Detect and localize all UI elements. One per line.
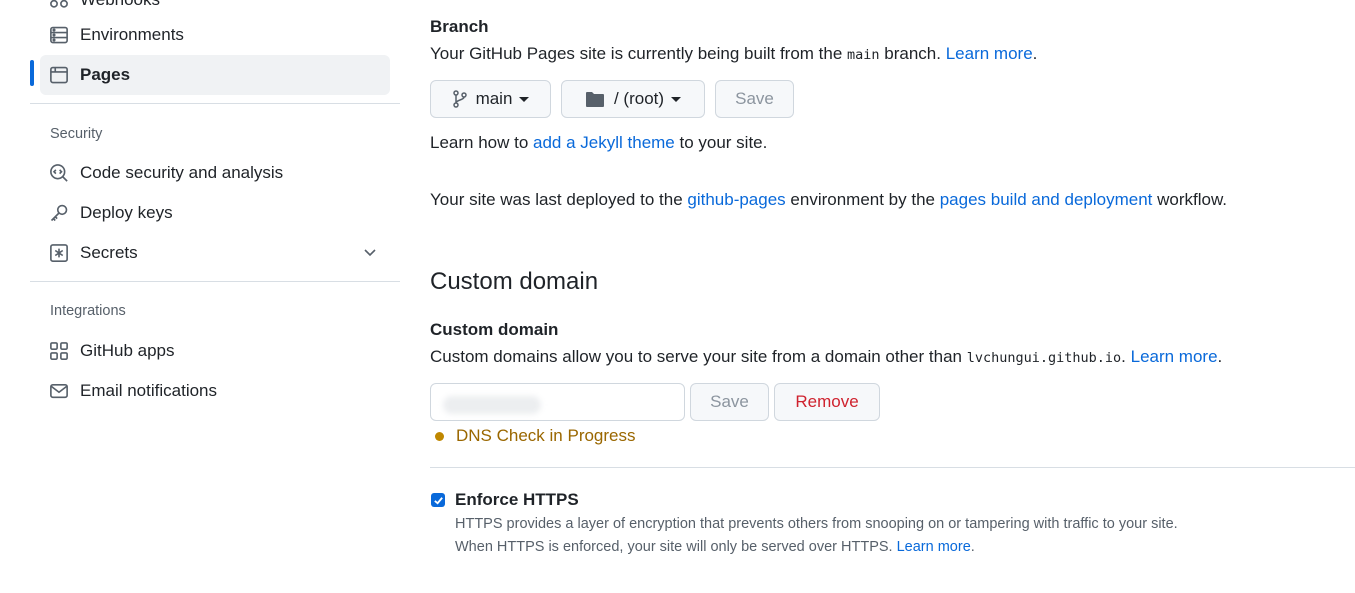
sidebar-divider xyxy=(30,103,400,104)
jekyll-text: Learn how to add a Jekyll theme to your … xyxy=(430,133,767,153)
custom-domain-section-title: Custom domain xyxy=(430,268,599,295)
jekyll-theme-link[interactable]: add a Jekyll theme xyxy=(533,133,675,152)
caret-down-icon xyxy=(519,96,530,102)
asterisk-icon xyxy=(48,242,70,264)
chevron-down-icon[interactable] xyxy=(362,244,378,265)
dns-check-status: DNS Check in Progress xyxy=(430,426,636,446)
sidebar-item-github-apps[interactable]: GitHub apps xyxy=(40,331,390,371)
branch-desc-suffix: branch. xyxy=(879,44,941,63)
sidebar-item-secrets[interactable]: Secrets xyxy=(40,233,390,273)
sidebar-item-environments[interactable]: Environments xyxy=(40,15,390,55)
check-icon xyxy=(433,496,443,505)
branch-select-label: main xyxy=(475,89,513,108)
jekyll-suffix: to your site. xyxy=(674,133,768,152)
custom-domain-remove-button[interactable]: Remove xyxy=(774,383,880,421)
learn-more-link[interactable]: Learn more xyxy=(1131,347,1218,366)
enforce-https-label[interactable]: Enforce HTTPS xyxy=(455,490,579,510)
settings-sidebar: Webhooks Environments Pages Security Cod… xyxy=(30,0,400,593)
custom-domain-input[interactable] xyxy=(430,383,685,421)
git-branch-icon xyxy=(452,90,468,108)
mail-icon xyxy=(48,380,70,402)
sidebar-heading-security: Security xyxy=(50,126,103,142)
branch-save-button[interactable]: Save xyxy=(715,80,794,118)
jekyll-prefix: Learn how to xyxy=(430,133,534,152)
sidebar-item-label: Email notifications xyxy=(80,381,218,400)
custom-domain-save-button[interactable]: Save xyxy=(690,383,769,421)
custom-domain-desc-text: Custom domains allow you to serve your s… xyxy=(430,347,967,366)
https-note-line1: HTTPS provides a layer of encryption tha… xyxy=(455,516,1178,532)
sidebar-item-label: Deploy keys xyxy=(80,203,173,222)
pages-settings-main: Branch Your GitHub Pages site is current… xyxy=(430,0,1355,593)
https-note-line2-text: When HTTPS is enforced, your site will o… xyxy=(455,539,893,555)
branch-heading: Branch xyxy=(430,17,489,36)
redacted-domain-value xyxy=(443,396,541,414)
active-indicator xyxy=(30,60,34,86)
dns-check-status-text: DNS Check in Progress xyxy=(456,426,636,445)
sidebar-item-label: Pages xyxy=(80,65,131,84)
browser-icon xyxy=(48,64,70,86)
sidebar-divider xyxy=(30,281,400,282)
sidebar-item-label: Secrets xyxy=(80,243,138,262)
sidebar-item-code-security[interactable]: Code security and analysis xyxy=(40,153,390,193)
sidebar-item-deploy-keys[interactable]: Deploy keys xyxy=(40,193,390,233)
deploy-prefix: Your site was last deployed to the xyxy=(430,190,688,209)
folder-select-button[interactable]: / (root) xyxy=(561,80,705,118)
branch-desc-text: Your GitHub Pages site is currently bein… xyxy=(430,44,848,63)
folder-icon xyxy=(585,91,605,108)
enforce-https-checkbox[interactable] xyxy=(431,493,445,507)
sidebar-item-label: Environments xyxy=(80,25,184,44)
folder-select-label: / (root) xyxy=(613,89,665,108)
custom-domain-desc-dot: . xyxy=(1121,347,1126,366)
deploy-suffix: workflow. xyxy=(1152,190,1228,209)
codescan-icon xyxy=(48,162,70,184)
github-pages-env-link[interactable]: github-pages xyxy=(687,190,785,209)
sidebar-item-label: GitHub apps xyxy=(80,341,175,360)
custom-domain-description: Custom domains allow you to serve your s… xyxy=(430,347,1223,366)
sidebar-item-email-notifications[interactable]: Email notifications xyxy=(40,371,390,411)
branch-code: main xyxy=(847,47,880,63)
status-dot-icon xyxy=(435,431,444,441)
section-divider xyxy=(430,467,1355,468)
learn-more-link[interactable]: Learn more xyxy=(946,44,1033,63)
deploy-text: Your site was last deployed to the githu… xyxy=(430,190,1227,210)
sidebar-item-label: Code security and analysis xyxy=(80,163,284,182)
custom-domain-heading: Custom domain xyxy=(430,320,559,339)
sidebar-item-pages[interactable]: Pages xyxy=(40,55,390,95)
apps-icon xyxy=(48,340,70,362)
https-learn-more-link[interactable]: Learn more xyxy=(897,539,971,555)
https-note-line2: When HTTPS is enforced, your site will o… xyxy=(455,539,975,555)
branch-description: Your GitHub Pages site is currently bein… xyxy=(430,44,1038,63)
sidebar-heading-integrations: Integrations xyxy=(50,303,126,319)
domain-code: lvchungui.github.io xyxy=(966,350,1122,366)
webhook-icon xyxy=(48,0,70,11)
key-icon xyxy=(48,202,70,224)
workflow-link[interactable]: pages build and deployment xyxy=(940,190,1153,209)
sidebar-item-label: Webhooks xyxy=(80,0,160,10)
branch-select-button[interactable]: main xyxy=(430,80,551,118)
server-icon xyxy=(48,24,70,46)
deploy-mid: environment by the xyxy=(785,190,940,209)
caret-down-icon xyxy=(671,96,682,102)
